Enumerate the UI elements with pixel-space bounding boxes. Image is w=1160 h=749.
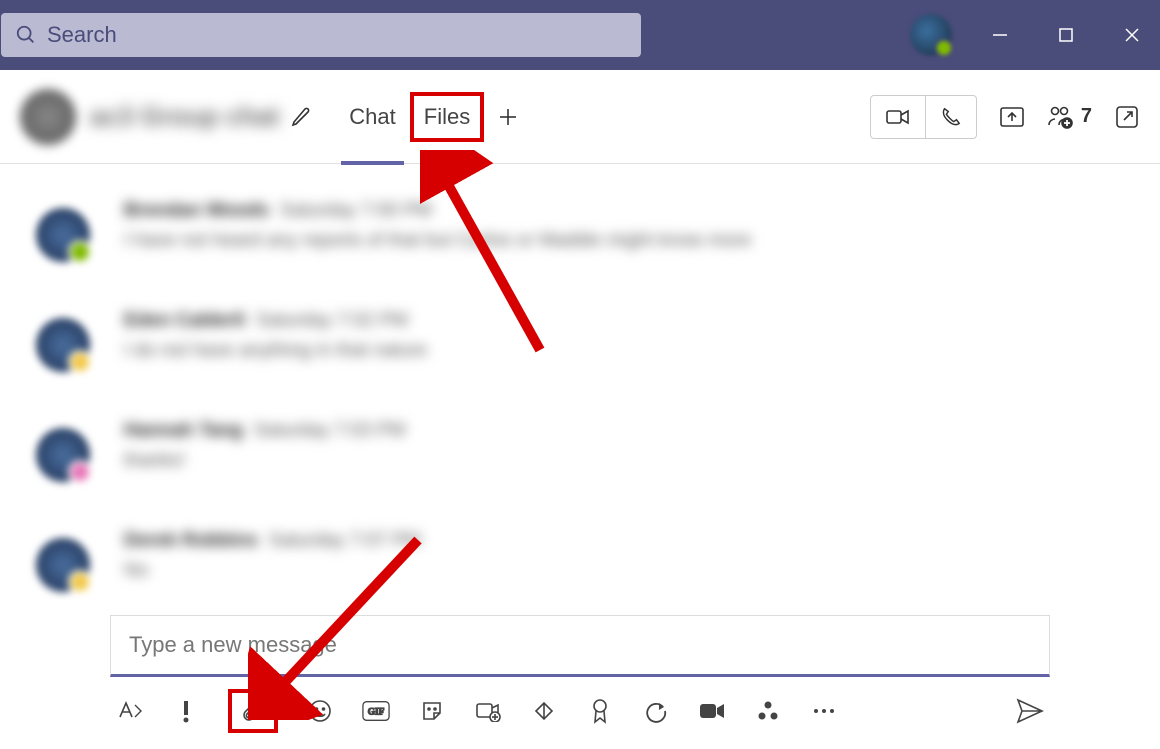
sticker-icon[interactable] bbox=[418, 697, 446, 725]
titlebar-right bbox=[910, 14, 1150, 56]
message-author: Eden Calderli bbox=[124, 310, 245, 331]
schedule-meeting-icon[interactable] bbox=[474, 697, 502, 725]
minimize-button[interactable] bbox=[982, 26, 1018, 44]
chat-avatar[interactable] bbox=[20, 89, 76, 145]
share-screen-button[interactable] bbox=[999, 105, 1025, 129]
add-tab-button[interactable] bbox=[496, 105, 520, 129]
message-item: Hannah Tang Saturday 7:03 PM thanks! bbox=[36, 420, 1134, 482]
praise-icon[interactable] bbox=[586, 697, 614, 725]
call-buttons bbox=[870, 95, 977, 139]
edit-name-icon[interactable] bbox=[289, 105, 313, 129]
compose-area: GIF bbox=[110, 615, 1050, 733]
profile-avatar[interactable] bbox=[910, 14, 952, 56]
message-avatar[interactable] bbox=[36, 428, 90, 482]
chat-header: ac3 Group chat Chat Files 7 bbox=[0, 70, 1160, 164]
message-avatar[interactable] bbox=[36, 538, 90, 592]
compose-input[interactable] bbox=[129, 632, 1031, 658]
gif-icon[interactable]: GIF bbox=[362, 697, 390, 725]
compose-box[interactable] bbox=[110, 615, 1050, 677]
message-avatar[interactable] bbox=[36, 208, 90, 262]
message-author: Derek Robbins bbox=[124, 530, 258, 551]
search-input[interactable] bbox=[47, 22, 627, 48]
message-avatar[interactable] bbox=[36, 318, 90, 372]
format-icon[interactable] bbox=[116, 697, 144, 725]
message-author: Hannah Tang bbox=[124, 420, 243, 441]
message-text: No bbox=[124, 558, 421, 585]
add-people-button[interactable]: 7 bbox=[1047, 105, 1092, 129]
video-call-button[interactable] bbox=[871, 96, 925, 138]
loop-icon[interactable] bbox=[642, 697, 670, 725]
message-item: Eden Calderli Saturday 7:02 PM I do not … bbox=[36, 310, 1134, 372]
message-text: thanks! bbox=[124, 448, 406, 475]
video-clip-icon[interactable] bbox=[698, 697, 726, 725]
search-box[interactable] bbox=[1, 13, 641, 57]
message-item: Brendan Woods Saturday 7:00 PM I have no… bbox=[36, 200, 1134, 262]
priority-icon[interactable] bbox=[172, 697, 200, 725]
chat-title: ac3 Group chat bbox=[90, 101, 279, 132]
audio-call-button[interactable] bbox=[925, 96, 976, 138]
popout-button[interactable] bbox=[1114, 104, 1140, 130]
message-author: Brendan Woods bbox=[124, 200, 269, 221]
message-time: Saturday 7:03 PM bbox=[254, 420, 406, 441]
message-item: Derek Robbins Saturday 7:07 PM No bbox=[36, 530, 1134, 592]
emoji-icon[interactable] bbox=[306, 697, 334, 725]
participant-count: 7 bbox=[1081, 105, 1092, 128]
attach-icon[interactable] bbox=[228, 689, 278, 733]
compose-toolbar: GIF bbox=[110, 677, 1050, 733]
apps-icon[interactable] bbox=[754, 697, 782, 725]
message-text: I have not heard any reports of that but… bbox=[124, 228, 751, 255]
tabs: Chat Files bbox=[335, 70, 520, 164]
svg-text:GIF: GIF bbox=[368, 708, 385, 718]
titlebar bbox=[0, 0, 1160, 70]
message-time: Saturday 7:02 PM bbox=[256, 310, 408, 331]
message-list: Brendan Woods Saturday 7:00 PM I have no… bbox=[0, 164, 1160, 592]
send-button[interactable] bbox=[1016, 697, 1044, 725]
more-icon[interactable] bbox=[810, 697, 838, 725]
search-icon bbox=[15, 24, 37, 46]
stream-icon[interactable] bbox=[530, 697, 558, 725]
maximize-button[interactable] bbox=[1048, 27, 1084, 43]
message-time: Saturday 7:07 PM bbox=[269, 530, 421, 551]
tab-chat[interactable]: Chat bbox=[335, 70, 409, 164]
message-text: I do not have anything in that nature bbox=[124, 338, 427, 365]
close-button[interactable] bbox=[1114, 26, 1150, 44]
message-time: Saturday 7:00 PM bbox=[280, 200, 432, 221]
header-actions: 7 bbox=[870, 95, 1140, 139]
tab-files[interactable]: Files bbox=[410, 92, 484, 142]
